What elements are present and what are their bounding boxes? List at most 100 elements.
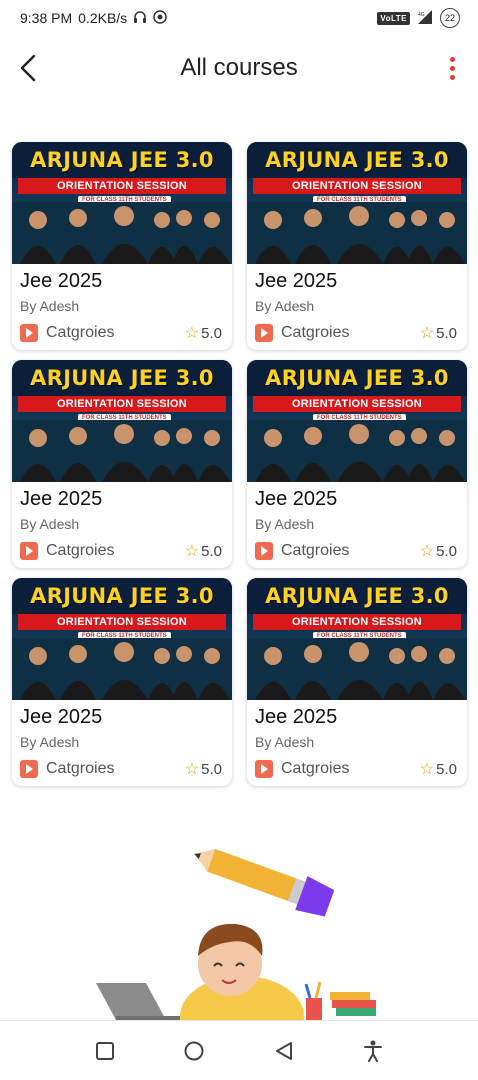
course-card[interactable]: ARJUNA JEE 3.0 ORIENTATION SESSION FOR C… bbox=[247, 578, 467, 786]
course-footer: Catgroies ☆ 5.0 bbox=[255, 540, 457, 562]
course-card[interactable]: ARJUNA JEE 3.0 ORIENTATION SESSION FOR C… bbox=[247, 360, 467, 568]
category-label: Catgroies bbox=[46, 542, 115, 559]
circle-icon bbox=[184, 1041, 204, 1060]
status-time: 9:38 PM bbox=[20, 10, 73, 26]
system-back-button[interactable] bbox=[264, 1031, 304, 1071]
instructors-image bbox=[247, 202, 467, 264]
course-thumbnail: ARJUNA JEE 3.0 ORIENTATION SESSION FOR C… bbox=[247, 142, 467, 264]
thumbnail-header: ARJUNA JEE 3.0 bbox=[12, 142, 232, 178]
home-button[interactable] bbox=[174, 1031, 214, 1071]
course-category: Catgroies bbox=[255, 542, 349, 560]
star-icon: ☆ bbox=[419, 325, 435, 342]
student-illustration bbox=[96, 848, 376, 1020]
battery-icon: 22 bbox=[440, 8, 460, 28]
more-vertical-icon bbox=[449, 56, 455, 62]
app-header: All courses bbox=[0, 40, 478, 96]
course-category: Catgroies bbox=[20, 542, 114, 560]
course-category: Catgroies bbox=[255, 324, 349, 342]
recent-apps-button[interactable] bbox=[85, 1031, 125, 1071]
thumbnail-title: ARJUNA JEE 3.0 bbox=[30, 366, 214, 390]
course-title: Jee 2025 bbox=[20, 706, 103, 728]
course-card[interactable]: ARJUNA JEE 3.0 ORIENTATION SESSION FOR C… bbox=[12, 578, 232, 786]
rating-value: 5.0 bbox=[436, 324, 457, 342]
sync-icon bbox=[153, 9, 167, 27]
star-icon: ☆ bbox=[184, 761, 200, 778]
thumbnail-subtitle: ORIENTATION SESSION bbox=[253, 614, 461, 630]
course-title: Jee 2025 bbox=[255, 488, 338, 510]
accessibility-icon bbox=[364, 1040, 383, 1062]
thumbnail-title: ARJUNA JEE 3.0 bbox=[265, 366, 449, 390]
rating-value: 5.0 bbox=[436, 760, 457, 778]
rating-value: 5.0 bbox=[201, 324, 222, 342]
star-icon: ☆ bbox=[184, 325, 200, 342]
course-category: Catgroies bbox=[255, 760, 349, 778]
course-thumbnail: ARJUNA JEE 3.0 ORIENTATION SESSION FOR C… bbox=[12, 578, 232, 700]
thumbnail-header: ARJUNA JEE 3.0 bbox=[247, 142, 467, 178]
page-title: All courses bbox=[180, 54, 298, 81]
thumbnail-subtitle: ORIENTATION SESSION bbox=[253, 178, 461, 194]
signal-icon: 4G bbox=[416, 9, 434, 28]
course-footer: Catgroies ☆ 5.0 bbox=[255, 322, 457, 344]
status-speed: 0.2KB/s bbox=[78, 10, 128, 26]
menu-dot bbox=[449, 65, 455, 71]
thumbnail-header: ARJUNA JEE 3.0 bbox=[12, 578, 232, 614]
rating-value: 5.0 bbox=[201, 542, 222, 560]
course-card[interactable]: ARJUNA JEE 3.0 ORIENTATION SESSION FOR C… bbox=[12, 360, 232, 568]
rating-value: 5.0 bbox=[201, 760, 222, 778]
course-thumbnail: ARJUNA JEE 3.0 ORIENTATION SESSION FOR C… bbox=[247, 578, 467, 700]
thumbnail-title: ARJUNA JEE 3.0 bbox=[30, 148, 214, 172]
status-bar-right: VoLTE 4G 22 bbox=[377, 8, 460, 28]
star-icon: ☆ bbox=[419, 543, 435, 560]
course-footer: Catgroies ☆ 5.0 bbox=[20, 540, 222, 562]
course-rating: ☆ 5.0 bbox=[185, 323, 222, 343]
course-card[interactable]: ARJUNA JEE 3.0 ORIENTATION SESSION FOR C… bbox=[247, 142, 467, 350]
menu-dot bbox=[449, 74, 455, 80]
thumbnail-header: ARJUNA JEE 3.0 bbox=[247, 578, 467, 614]
square-icon bbox=[95, 1041, 114, 1060]
course-rating: ☆ 5.0 bbox=[185, 759, 222, 779]
play-folder-icon bbox=[255, 760, 273, 778]
play-folder-icon bbox=[255, 542, 273, 560]
course-footer: Catgroies ☆ 5.0 bbox=[20, 322, 222, 344]
course-category: Catgroies bbox=[20, 760, 114, 778]
status-bar: 9:38 PM 0.2KB/s VoLTE 4G 22 bbox=[0, 0, 478, 36]
category-label: Catgroies bbox=[46, 760, 115, 777]
accessibility-button[interactable] bbox=[353, 1031, 393, 1071]
course-title: Jee 2025 bbox=[255, 706, 338, 728]
thumbnail-subtitle: ORIENTATION SESSION bbox=[18, 614, 226, 630]
course-card[interactable]: ARJUNA JEE 3.0 ORIENTATION SESSION FOR C… bbox=[12, 142, 232, 350]
thumbnail-header: ARJUNA JEE 3.0 bbox=[12, 360, 232, 396]
course-author: By Adesh bbox=[255, 298, 315, 314]
course-rating: ☆ 5.0 bbox=[420, 323, 457, 343]
course-author: By Adesh bbox=[20, 298, 80, 314]
thumbnail-subtitle: ORIENTATION SESSION bbox=[253, 396, 461, 412]
star-icon: ☆ bbox=[419, 761, 435, 778]
course-footer: Catgroies ☆ 5.0 bbox=[255, 758, 457, 780]
course-title: Jee 2025 bbox=[20, 270, 103, 292]
course-thumbnail: ARJUNA JEE 3.0 ORIENTATION SESSION FOR C… bbox=[247, 360, 467, 482]
course-category: Catgroies bbox=[20, 324, 114, 342]
category-label: Catgroies bbox=[281, 542, 350, 559]
instructors-image bbox=[12, 420, 232, 482]
volte-badge: VoLTE bbox=[377, 11, 410, 25]
category-label: Catgroies bbox=[46, 324, 115, 341]
course-thumbnail: ARJUNA JEE 3.0 ORIENTATION SESSION FOR C… bbox=[12, 360, 232, 482]
course-rating: ☆ 5.0 bbox=[420, 541, 457, 561]
instructors-image bbox=[247, 638, 467, 700]
rating-value: 5.0 bbox=[436, 542, 457, 560]
course-author: By Adesh bbox=[255, 734, 315, 750]
thumbnail-title: ARJUNA JEE 3.0 bbox=[265, 148, 449, 172]
thumbnail-subtitle: ORIENTATION SESSION bbox=[18, 396, 226, 412]
course-rating: ☆ 5.0 bbox=[420, 759, 457, 779]
instructors-image bbox=[247, 420, 467, 482]
course-author: By Adesh bbox=[20, 734, 80, 750]
thumbnail-header: ARJUNA JEE 3.0 bbox=[247, 360, 467, 396]
course-rating: ☆ 5.0 bbox=[185, 541, 222, 561]
play-folder-icon bbox=[255, 324, 273, 342]
more-options-button[interactable] bbox=[442, 52, 462, 84]
course-grid: ARJUNA JEE 3.0 ORIENTATION SESSION FOR C… bbox=[12, 142, 468, 786]
course-author: By Adesh bbox=[20, 516, 80, 532]
status-bar-left: 9:38 PM 0.2KB/s bbox=[20, 9, 167, 27]
network-type: 4G bbox=[418, 12, 425, 18]
star-icon: ☆ bbox=[184, 543, 200, 560]
